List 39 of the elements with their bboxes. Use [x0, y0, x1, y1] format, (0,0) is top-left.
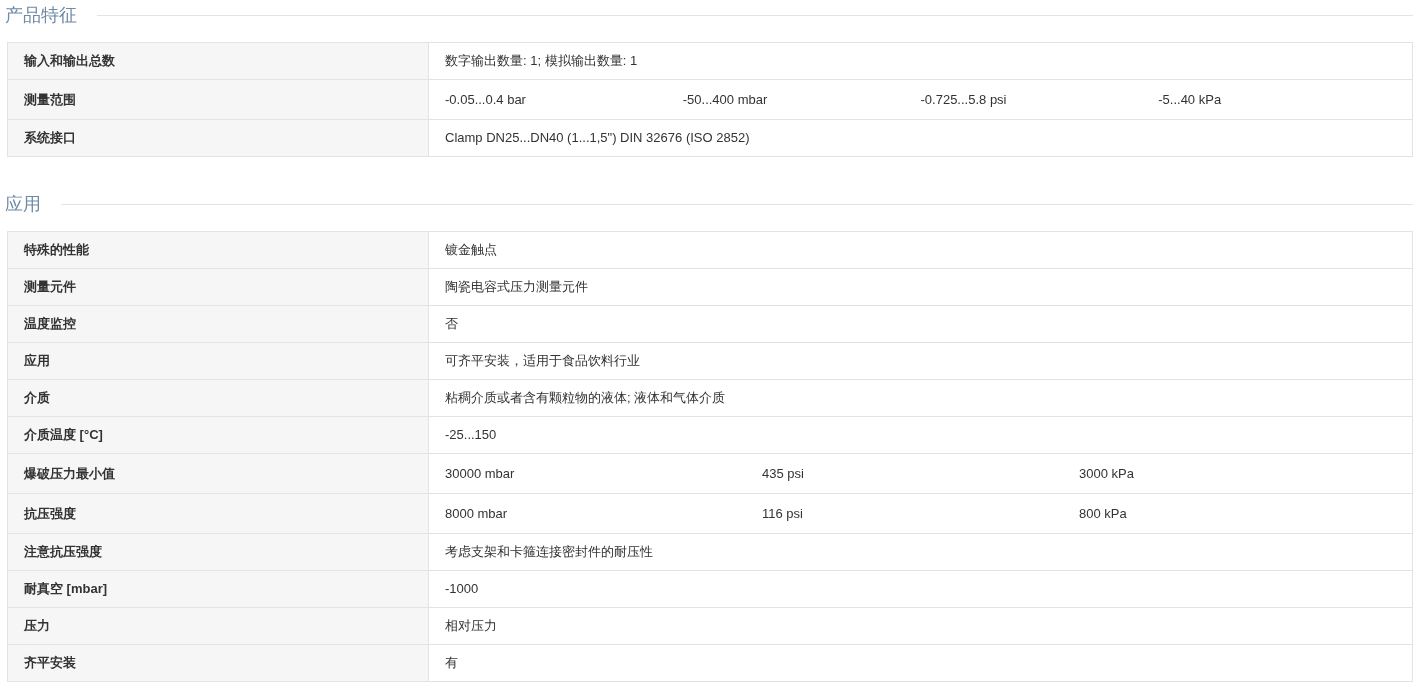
spec-value: 3000 kPa	[1079, 465, 1135, 483]
spec-label: 应用	[7, 342, 429, 380]
spec-label: 输入和输出总数	[7, 42, 429, 80]
spec-value: 435 psi	[762, 465, 805, 483]
spec-value: 可齐平安装，适用于食品饮料行业	[428, 342, 1413, 380]
section-title: 产品特征	[5, 3, 77, 27]
spec-label: 齐平安装	[7, 644, 429, 682]
spec-label: 介质温度 [°C]	[7, 416, 429, 454]
spec-label: 抗压强度	[7, 493, 429, 534]
spec-value: 800 kPa	[1079, 505, 1128, 523]
spec-value: 否	[428, 305, 1413, 343]
spec-value: -50...400 mbar	[682, 91, 769, 109]
spec-value: 116 psi	[762, 505, 804, 523]
spec-value: -1000	[428, 570, 1413, 608]
spec-value: 镀金触点	[428, 231, 1413, 269]
spec-label: 压力	[7, 607, 429, 645]
spec-value: 30000 mbar	[445, 465, 516, 483]
spec-label: 测量元件	[7, 268, 429, 306]
section-title: 应用	[5, 192, 41, 216]
spec-value: 粘稠介质或者含有颗粒物的液体; 液体和气体介质	[428, 379, 1413, 417]
spec-value: -5...40 kPa	[1158, 91, 1223, 109]
spec-label: 爆破压力最小值	[7, 453, 429, 494]
spec-value: 相对压力	[428, 607, 1413, 645]
spec-value: 考虑支架和卡箍连接密封件的耐压性	[428, 533, 1413, 571]
spec-label: 温度监控	[7, 305, 429, 343]
spec-label: 耐真空 [mbar]	[7, 570, 429, 608]
spec-value: 数字输出数量: 1; 模拟输出数量: 1	[428, 42, 1413, 80]
spec-value: Clamp DN25...DN40 (1...1,5") DIN 32676 (ISO 2852)	[428, 119, 1413, 157]
spec-label: 系统接口	[7, 119, 429, 157]
spec-value: -25...150	[428, 416, 1413, 454]
spec-value: -0.725...5.8 psi	[920, 91, 1008, 109]
spec-value: -0.05...0.4 bar	[445, 91, 527, 109]
spec-value: 8000 mbar	[445, 505, 509, 523]
spec-value: 有	[428, 644, 1413, 682]
spec-value: 陶瓷电容式压力测量元件	[428, 268, 1413, 306]
spec-label: 介质	[7, 379, 429, 417]
spec-label: 特殊的性能	[7, 231, 429, 269]
spec-label: 注意抗压强度	[7, 533, 429, 571]
spec-label: 测量范围	[7, 79, 429, 120]
